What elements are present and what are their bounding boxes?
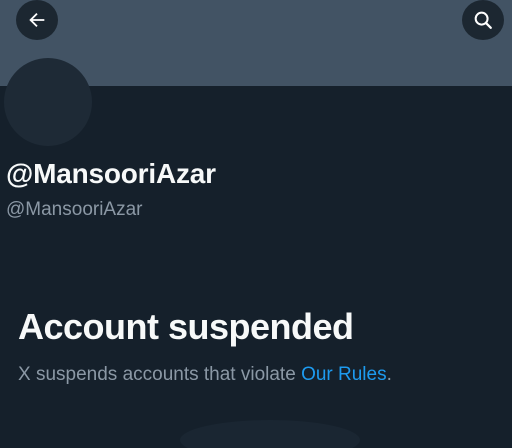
avatar[interactable] <box>4 58 92 146</box>
profile-page: @MansooriAzar @MansooriAzar Account susp… <box>0 0 512 448</box>
suspended-description-text: X suspends accounts that violate <box>18 364 302 385</box>
suspended-description: X suspends accounts that violate Our Rul… <box>18 364 392 386</box>
back-button[interactable] <box>16 0 58 40</box>
arrow-left-icon <box>29 12 45 28</box>
search-button[interactable] <box>462 0 504 40</box>
user-handle: @MansooriAzar <box>6 199 143 220</box>
suspended-description-period: . <box>386 364 392 385</box>
our-rules-link[interactable]: Our Rules <box>301 364 387 385</box>
search-icon <box>474 11 492 29</box>
display-name: @MansooriAzar <box>6 158 216 189</box>
suspended-title: Account suspended <box>18 306 354 347</box>
blurred-background-shape <box>180 420 360 448</box>
